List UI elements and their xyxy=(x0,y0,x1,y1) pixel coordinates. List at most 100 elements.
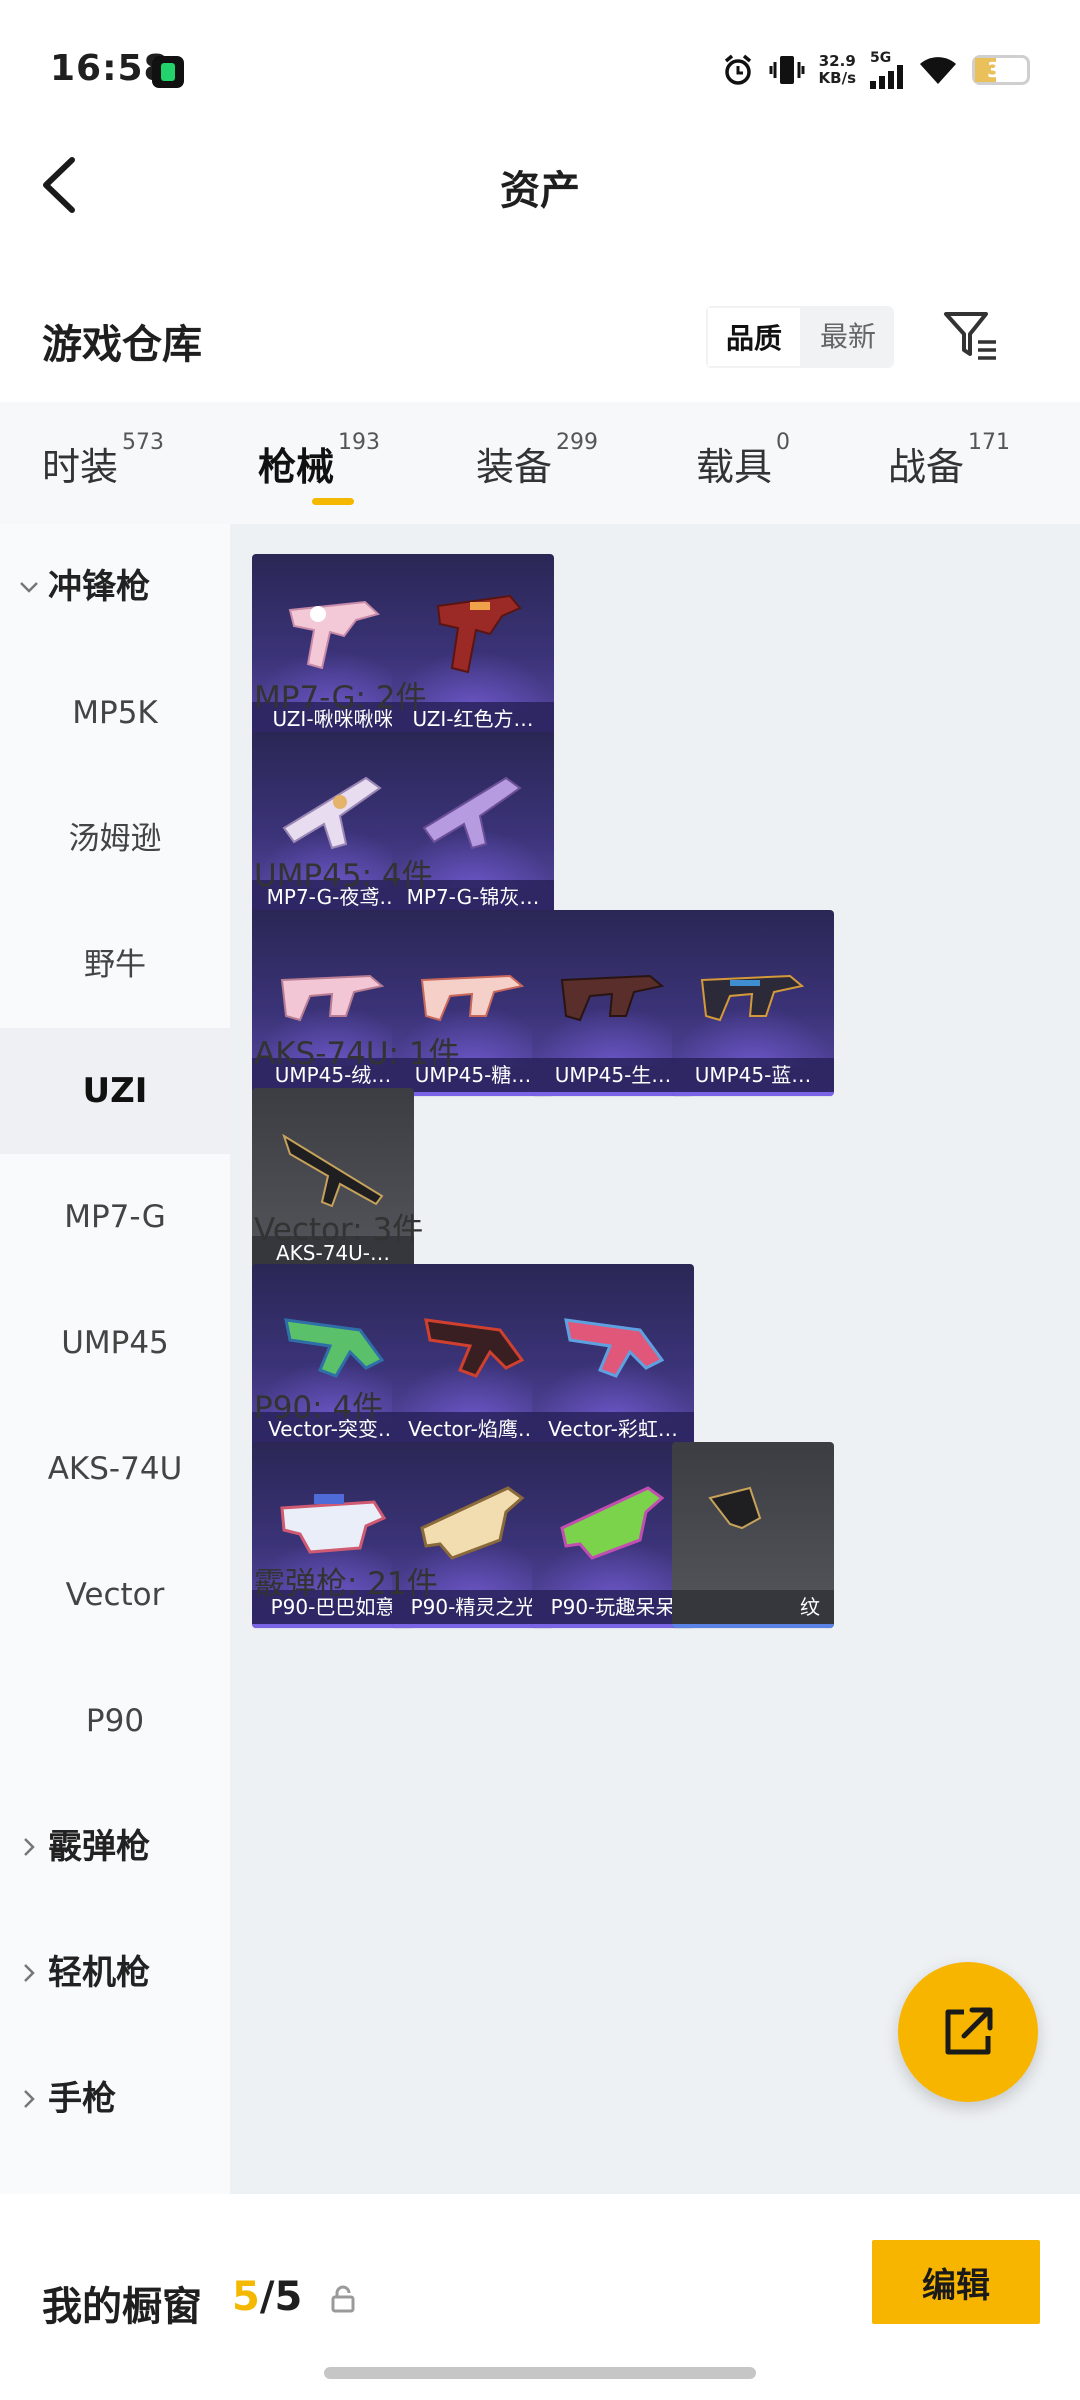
speed-value: 32.9 xyxy=(818,52,856,70)
rarity-bar xyxy=(672,1624,834,1628)
sidebar-item-thompson[interactable]: 汤姆逊 xyxy=(0,776,230,902)
card-label: 纹 xyxy=(672,1590,834,1624)
sort-option-quality[interactable]: 品质 xyxy=(706,306,803,368)
sidebar-item-ump45[interactable]: UMP45 xyxy=(0,1280,230,1406)
card-label: Vector-焰鹰… xyxy=(392,1412,554,1446)
tab-count: 193 xyxy=(338,430,381,455)
sidebar-item-uzi[interactable]: UZI xyxy=(0,1028,230,1154)
sidebar-group-shotgun[interactable]: 霰弹枪 xyxy=(18,1784,150,1910)
section-title-vector: Vector: 3件 xyxy=(254,1212,424,1248)
smg-icon xyxy=(564,1318,665,1378)
smg-icon xyxy=(708,1486,762,1530)
signal-group: 5G xyxy=(870,51,904,89)
music-app-icon xyxy=(152,56,184,88)
smg-icon xyxy=(560,1486,665,1560)
rarity-bar xyxy=(252,1624,414,1628)
weapon-card[interactable]: UMP45-蓝… xyxy=(672,910,834,1096)
sidebar-item-vector[interactable]: Vector xyxy=(0,1532,230,1658)
vibrate-icon xyxy=(769,56,805,84)
battery-level: 37 xyxy=(987,58,1015,82)
status-bar: 16:58 32.9 KB/s 5G 37 xyxy=(0,0,1080,140)
sidebar-item-aks74u[interactable]: AKS-74U xyxy=(0,1406,230,1532)
sidebar-group-lmg[interactable]: 轻机枪 xyxy=(18,1910,150,2036)
tab-supplies[interactable]: 战备171 xyxy=(888,430,1010,491)
filter-icon[interactable] xyxy=(940,306,1000,366)
smg-icon xyxy=(700,974,805,1022)
tab-label: 战备 xyxy=(888,445,965,489)
sidebar-group-label: 霰弹枪 xyxy=(48,1827,150,1867)
tab-fashion[interactable]: 时装573 xyxy=(42,430,164,491)
share-external-icon xyxy=(945,2007,993,2055)
sort-option-newest[interactable]: 最新 xyxy=(802,306,894,368)
chevron-right-icon xyxy=(24,1964,35,1982)
weapon-sidebar: 冲锋枪 MP5K 汤姆逊 野牛 UZI MP7-G UMP45 AKS-74U … xyxy=(0,524,230,2194)
rarity-bar xyxy=(532,1092,694,1096)
page-title: 资产 xyxy=(500,168,580,214)
tab-count: 171 xyxy=(968,430,1011,455)
sidebar-group-label: 手枪 xyxy=(48,2079,116,2119)
section-title-aks74u: AKS-74U: 1件 xyxy=(254,1036,460,1072)
weapon-card[interactable]: P90-玩趣呆呆 xyxy=(532,1442,694,1628)
showcase-current: 5 xyxy=(232,2274,260,2320)
network-type: 5G xyxy=(870,50,892,66)
status-icons: 32.9 KB/s 5G 37 xyxy=(721,46,1030,94)
chevron-right-icon xyxy=(24,1838,35,1856)
lock-icon xyxy=(331,2285,355,2313)
section-title-shotgun: 霰弹枪: 21件 xyxy=(254,1566,438,1602)
rarity-bar xyxy=(672,1092,834,1096)
tab-label: 装备 xyxy=(476,445,553,489)
weapon-card[interactable]: UMP45-生… xyxy=(532,910,694,1096)
tab-equipment[interactable]: 装备299 xyxy=(476,430,598,491)
sidebar-item-p90[interactable]: P90 xyxy=(0,1658,230,1784)
smg-icon xyxy=(436,594,522,674)
alarm-icon xyxy=(724,54,751,85)
showcase-title: 我的橱窗 xyxy=(42,2284,202,2330)
weapon-grid: UZI-啾咪啾咪 UZI-红色方… MP7-G: 2件 MP7-G-夜鸢… MP… xyxy=(230,524,1080,2194)
sidebar-item-mp5k[interactable]: MP5K xyxy=(0,650,230,776)
tab-firearms[interactable]: 枪械193 xyxy=(258,430,380,491)
signal-icon xyxy=(870,65,903,89)
top-header: 资产 xyxy=(0,130,1080,240)
card-label: UMP45-生… xyxy=(532,1058,694,1092)
sidebar-item-mp7g[interactable]: MP7-G xyxy=(0,1154,230,1280)
tab-label: 时装 xyxy=(42,445,119,489)
tab-label: 载具 xyxy=(696,445,773,489)
speed-unit: KB/s xyxy=(818,69,856,87)
battery-icon: 37 xyxy=(972,55,1030,85)
section-title-ump45: UMP45: 4件 xyxy=(254,858,433,894)
card-label: P90-玩趣呆呆 xyxy=(532,1590,694,1624)
tab-count: 299 xyxy=(556,430,599,455)
weapon-card[interactable]: 纹 xyxy=(672,1442,834,1628)
tab-label: 枪械 xyxy=(258,445,335,489)
edit-button[interactable]: 编辑 xyxy=(872,2240,1040,2324)
rarity-bar xyxy=(532,1624,694,1628)
smg-icon xyxy=(560,974,665,1022)
section-title-mp7g: MP7-G: 2件 xyxy=(254,680,427,716)
active-tab-indicator xyxy=(312,498,354,505)
tab-vehicles[interactable]: 载具0 xyxy=(696,430,790,491)
wifi-icon xyxy=(920,57,956,84)
weapon-card[interactable]: Vector-焰鹰… xyxy=(392,1264,554,1450)
sidebar-group-label: 轻机枪 xyxy=(48,1953,150,1993)
rarity-bar xyxy=(392,1092,554,1096)
sidebar-group-smg[interactable]: 冲锋枪 xyxy=(18,524,150,650)
network-speed: 32.9 KB/s xyxy=(819,53,856,87)
rarity-bar xyxy=(392,1624,554,1628)
chevron-right-icon xyxy=(24,2090,35,2108)
showcase-count: 5/5 xyxy=(232,2274,302,2320)
share-button[interactable] xyxy=(898,1962,1038,2102)
sidebar-item-bison[interactable]: 野牛 xyxy=(0,902,230,1028)
section-title-p90: P90: 4件 xyxy=(254,1390,384,1426)
sidebar-group-label: 冲锋枪 xyxy=(48,567,150,607)
smg-icon xyxy=(424,1318,525,1378)
tab-count: 573 xyxy=(122,430,165,455)
warehouse-title: 游戏仓库 xyxy=(42,322,202,368)
category-tabs: 时装573 枪械193 装备299 载具0 战备171 xyxy=(0,402,1080,524)
card-label: UMP45-蓝… xyxy=(672,1058,834,1092)
home-indicator[interactable] xyxy=(324,2367,756,2379)
chevron-down-icon xyxy=(20,582,38,593)
showcase-total: /5 xyxy=(259,2274,303,2320)
sort-toggle: 品质 最新 xyxy=(706,306,895,368)
sidebar-group-pistol[interactable]: 手枪 xyxy=(18,2036,116,2162)
weapon-card[interactable]: Vector-彩虹… xyxy=(532,1264,694,1450)
